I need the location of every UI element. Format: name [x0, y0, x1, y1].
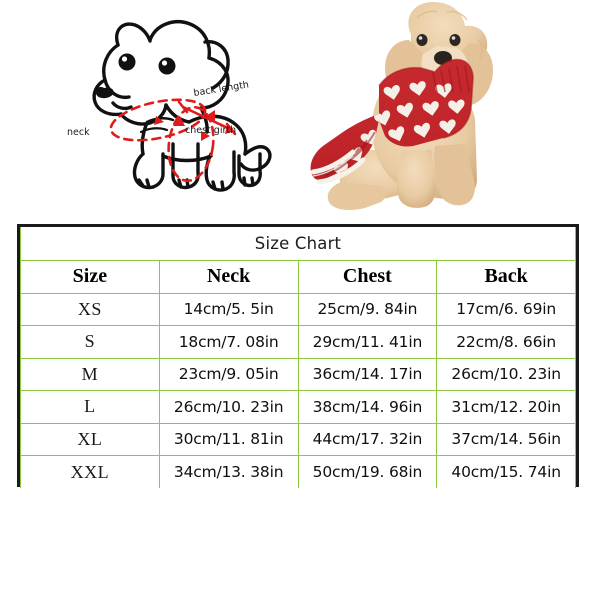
dog-measurement-diagram: back length neck chest girth [55, 4, 287, 216]
size-chart-title: Size Chart [20, 227, 576, 261]
cell-neck: 14cm/5. 5in [158, 292, 299, 326]
diagram-label-neck: neck [67, 127, 90, 138]
cell-back: 37cm/14. 56in [436, 422, 576, 456]
cell-chest: 38cm/14. 96in [297, 390, 438, 424]
cell-size: S [20, 325, 160, 359]
cell-back: 17cm/6. 69in [436, 292, 576, 326]
cell-neck: 30cm/11. 81in [158, 422, 299, 456]
top-illustration-area: back length neck chest girth [0, 0, 600, 218]
cell-size: M [20, 357, 160, 391]
cell-back: 22cm/8. 66in [436, 325, 576, 359]
table-row: XL 30cm/11. 81in 44cm/17. 32in 37cm/14. … [20, 422, 576, 456]
dog-outline-icon: back length neck chest girth [67, 20, 272, 192]
table-header-row: Size Neck Chest Back [20, 259, 576, 294]
table-row: L 26cm/10. 23in 38cm/14. 96in 31cm/12. 2… [20, 390, 576, 424]
diagram-label-chest-girth: chest girth [185, 125, 236, 136]
cell-back: 31cm/12. 20in [436, 390, 576, 424]
cell-chest: 44cm/17. 32in [297, 422, 438, 456]
size-chart-table: Size Chart Size Neck Chest Back XS 14cm/… [17, 224, 579, 488]
table-row: M 23cm/9. 05in 36cm/14. 17in 26cm/10. 23… [20, 357, 576, 391]
column-header-size: Size [20, 259, 160, 294]
cell-neck: 18cm/7. 08in [158, 325, 299, 359]
cell-back: 40cm/15. 74in [436, 455, 576, 488]
table-title-row: Size Chart [20, 227, 576, 261]
table-row: XXL 34cm/13. 38in 50cm/19. 68in 40cm/15.… [20, 455, 576, 488]
product-photo [283, 0, 600, 218]
table-row: XS 14cm/5. 5in 25cm/9. 84in 17cm/6. 69in [20, 292, 576, 326]
table-row: S 18cm/7. 08in 29cm/11. 41in 22cm/8. 66i… [20, 325, 576, 359]
cell-size: XS [20, 292, 160, 326]
cell-back: 26cm/10. 23in [436, 357, 576, 391]
column-header-neck: Neck [158, 259, 299, 294]
cell-chest: 29cm/11. 41in [297, 325, 438, 359]
cell-chest: 25cm/9. 84in [297, 292, 438, 326]
cell-size: L [20, 390, 160, 424]
cell-size: XXL [20, 455, 160, 488]
column-header-back: Back [436, 259, 576, 294]
cell-chest: 50cm/19. 68in [297, 455, 438, 488]
cell-chest: 36cm/14. 17in [297, 357, 438, 391]
cell-size: XL [20, 422, 160, 456]
cell-neck: 34cm/13. 38in [158, 455, 299, 488]
cell-neck: 23cm/9. 05in [158, 357, 299, 391]
column-header-chest: Chest [297, 259, 438, 294]
cell-neck: 26cm/10. 23in [158, 390, 299, 424]
poodle-in-sweater-image [283, 0, 600, 218]
